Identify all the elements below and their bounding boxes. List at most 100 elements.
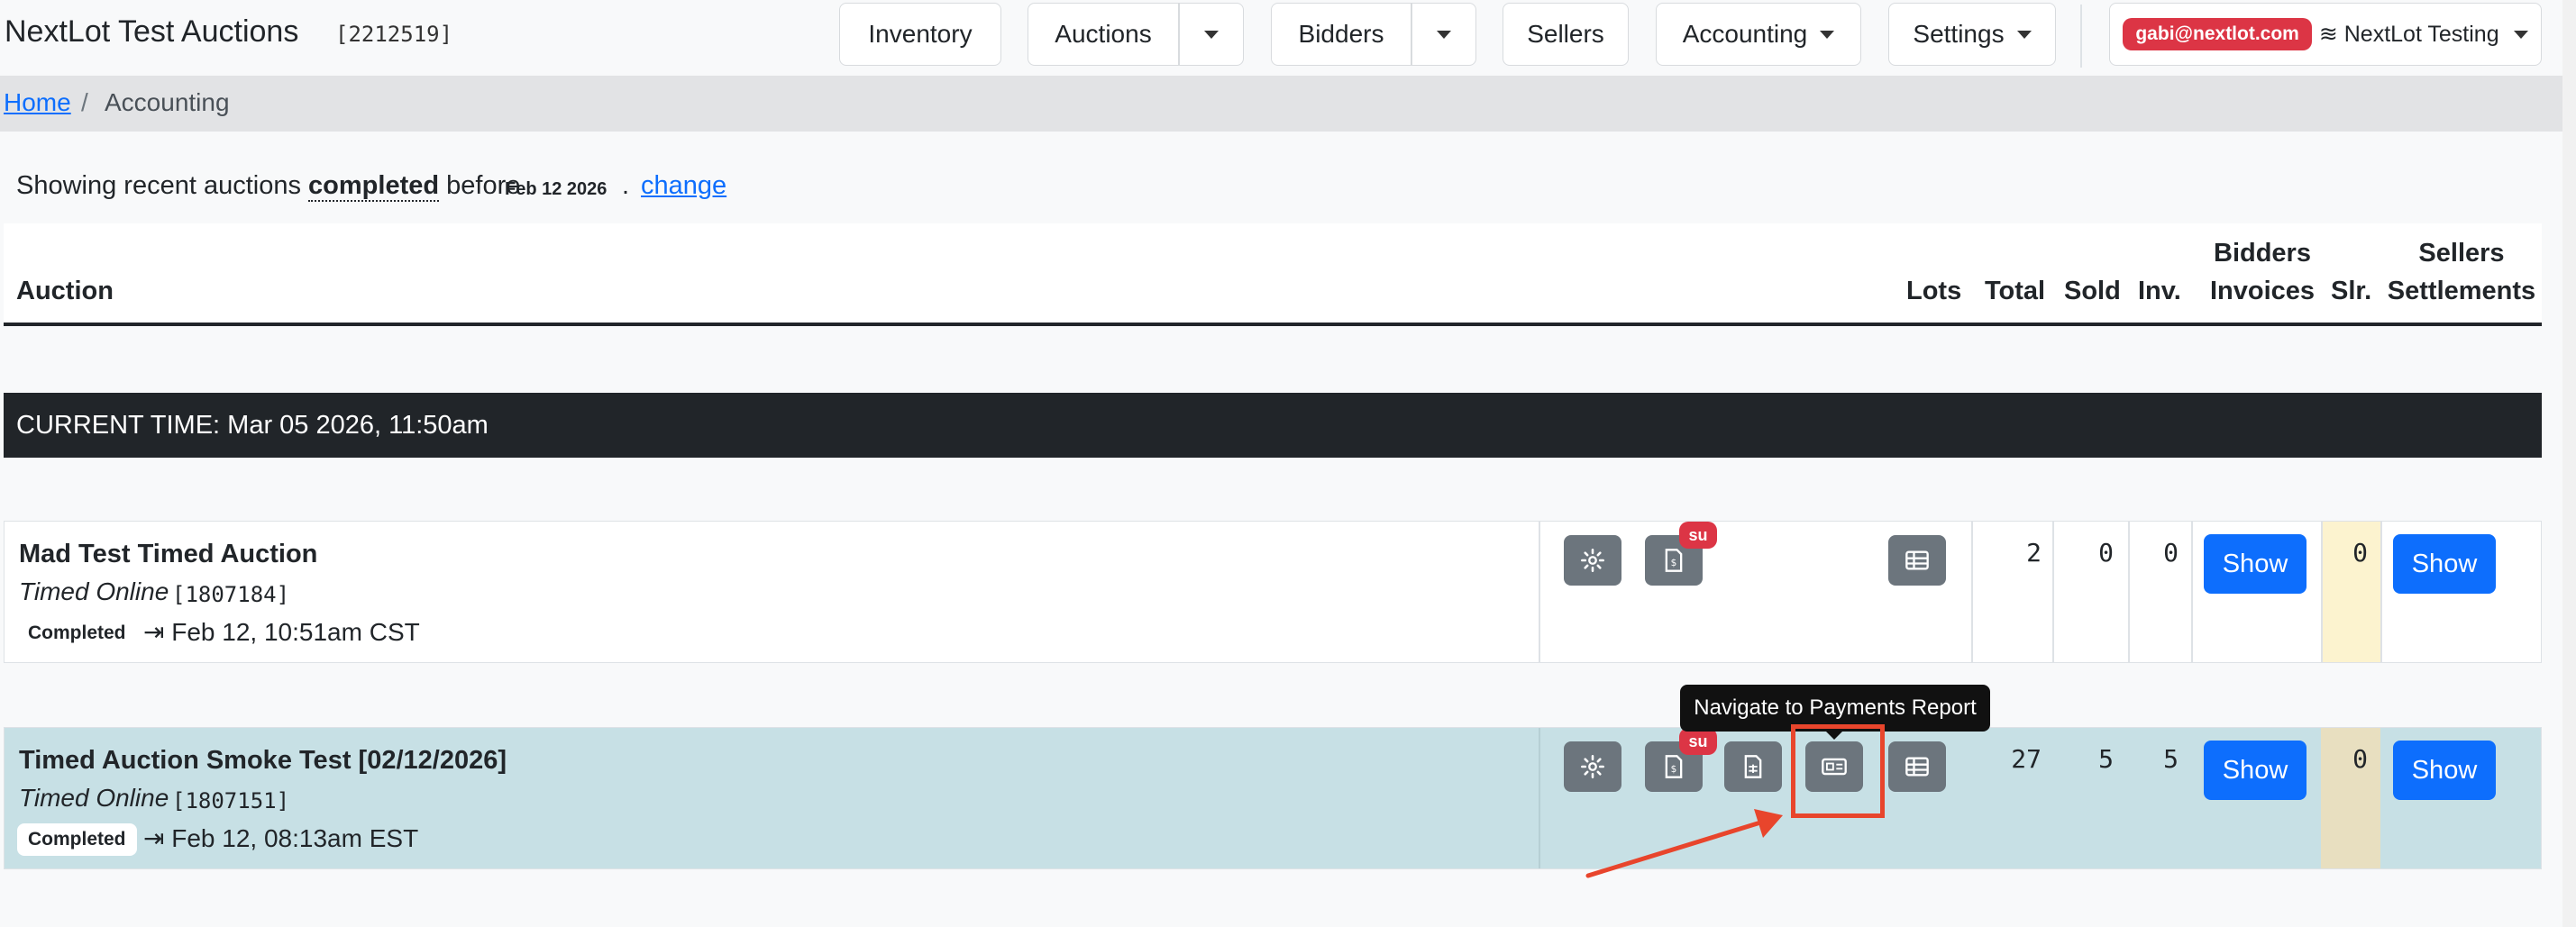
- vertical-scrollbar[interactable]: [2562, 0, 2576, 927]
- auction-settings-button[interactable]: [1564, 535, 1621, 586]
- inventory-label: Inventory: [868, 20, 973, 48]
- total-value: 2: [2026, 538, 2042, 568]
- cell-divider: [1539, 522, 1540, 662]
- chevron-down-icon: [2016, 30, 2032, 39]
- auction-end-time: ⇥ Feb 12, 08:13am EST: [143, 823, 418, 853]
- auction-end-time-text: Feb 12, 08:13am EST: [171, 824, 419, 852]
- col-lots: Lots: [1906, 277, 1962, 305]
- auction-type: Timed Online: [19, 577, 169, 605]
- sold-value: 5: [2098, 744, 2114, 774]
- auction-end-time: ⇥ Feb 12, 10:51am CST: [143, 617, 420, 647]
- bidders-split-button[interactable]: Bidders: [1271, 3, 1476, 66]
- table-icon: [1905, 757, 1929, 777]
- lots-table-button[interactable]: [1888, 535, 1946, 586]
- spreadsheet-file-icon: [1744, 755, 1762, 778]
- gear-icon: [1581, 549, 1604, 572]
- breadcrumb-separator: /: [81, 88, 88, 116]
- auction-title[interactable]: Mad Test Timed Auction: [19, 540, 317, 569]
- gear-icon: [1581, 755, 1604, 778]
- user-site-name: ≋ NextLot Testing: [2318, 22, 2499, 47]
- svg-text:$: $: [1671, 558, 1677, 568]
- auction-settings-button[interactable]: [1564, 741, 1621, 792]
- auction-type: Timed Online: [19, 784, 169, 812]
- auction-id: [1807151]: [172, 788, 290, 813]
- status-badge: Completed: [17, 823, 137, 856]
- invoice-icon: $: [1665, 755, 1683, 778]
- arrow-to-bar-icon: ⇥: [143, 824, 165, 852]
- cell-divider: [2191, 522, 2193, 662]
- site-id: [2212519]: [335, 22, 453, 47]
- table-icon: [1905, 550, 1929, 570]
- inventory-button[interactable]: Inventory: [839, 3, 1001, 66]
- cell-divider: [2128, 522, 2130, 662]
- chevron-down-icon: [2513, 30, 2528, 39]
- inv-value: 0: [2163, 538, 2179, 568]
- col-slr: Slr.: [2331, 277, 2372, 305]
- annotation-arrow: [1585, 809, 1783, 878]
- col-total: Total: [1985, 277, 2046, 305]
- col-auction: Auction: [16, 277, 114, 305]
- settings-dropdown[interactable]: Settings: [1888, 3, 2056, 66]
- auctions-dropdown-toggle[interactable]: [1178, 30, 1245, 39]
- sellers-label: Sellers: [1527, 20, 1604, 48]
- spreadsheet-report-button[interactable]: [1724, 741, 1782, 792]
- inv-value: 5: [2163, 744, 2179, 774]
- invoices-show-button[interactable]: Show: [2204, 741, 2307, 800]
- filter-date: Feb 12 2026: [505, 179, 607, 199]
- su-badge: su: [1679, 728, 1717, 755]
- accounting-dropdown[interactable]: Accounting: [1656, 3, 1861, 66]
- accounting-label: Accounting: [1682, 20, 1808, 48]
- cell-divider: [1971, 522, 1973, 662]
- sellers-button[interactable]: Sellers: [1503, 3, 1629, 66]
- col-bidders-invoices-line2: Invoices: [2209, 277, 2316, 305]
- table-row: Mad Test Timed Auction Timed Online [180…: [4, 521, 2542, 663]
- auctions-split-button[interactable]: Auctions: [1028, 3, 1244, 66]
- bidders-label: Bidders: [1298, 20, 1384, 48]
- breadcrumb: [0, 76, 2562, 132]
- auction-end-time-text: Feb 12, 10:51am CST: [171, 618, 420, 646]
- settings-label: Settings: [1913, 20, 2005, 48]
- col-inv: Inv.: [2138, 277, 2181, 305]
- su-badge: su: [1679, 522, 1717, 549]
- invoices-show-button[interactable]: Show: [2204, 534, 2307, 594]
- change-date-link[interactable]: change: [641, 171, 726, 201]
- auctions-label: Auctions: [1055, 20, 1152, 48]
- slr-value: 0: [2352, 744, 2368, 774]
- cell-divider: [1539, 728, 1540, 868]
- svg-text:$: $: [1671, 764, 1677, 775]
- filter-description: Showing recent auctions completed before: [16, 171, 520, 202]
- chevron-down-icon: [1820, 30, 1835, 39]
- brand-title[interactable]: NextLot Test Auctions: [5, 14, 298, 50]
- col-sellers-settlements-line1: Sellers: [2418, 239, 2505, 268]
- lots-table-button[interactable]: [1888, 741, 1946, 792]
- breadcrumb-current: Accounting: [105, 88, 230, 116]
- total-value: 27: [2011, 744, 2042, 774]
- filter-prefix: Showing recent auctions: [16, 171, 301, 200]
- table-row: Timed Auction Smoke Test [02/12/2026] Ti…: [4, 727, 2542, 869]
- invoice-icon: $: [1665, 549, 1683, 572]
- bidders-dropdown-toggle[interactable]: [1411, 30, 1477, 39]
- filter-keyword: completed: [308, 171, 440, 202]
- cell-divider: [2052, 522, 2054, 662]
- breadcrumb-home-link[interactable]: Home: [4, 88, 71, 117]
- auction-title[interactable]: Timed Auction Smoke Test [02/12/2026]: [19, 746, 507, 776]
- auction-id: [1807184]: [172, 582, 290, 607]
- status-badge: Completed: [17, 617, 137, 650]
- table-header: Auction Lots Total Sold Inv. Bidders Inv…: [4, 223, 2542, 326]
- settlements-show-button[interactable]: Show: [2393, 534, 2496, 594]
- chevron-down-icon: [1204, 30, 1219, 39]
- chevron-down-icon: [1437, 30, 1451, 39]
- col-sold: Sold: [2064, 277, 2121, 305]
- navbar-divider: [2080, 5, 2082, 68]
- cell-divider: [2380, 522, 2382, 662]
- col-bidders-invoices-line1: Bidders: [2214, 239, 2311, 268]
- cell-divider: [2321, 522, 2323, 662]
- col-sellers-settlements-line2: Settlements: [2387, 277, 2536, 305]
- user-menu[interactable]: gabi@nextlot.com ≋ NextLot Testing: [2109, 3, 2542, 66]
- current-time-bar: CURRENT TIME: Mar 05 2026, 11:50am: [4, 393, 2542, 458]
- sold-value: 0: [2098, 538, 2114, 568]
- filter-dot: .: [622, 171, 630, 200]
- settlements-show-button[interactable]: Show: [2393, 741, 2496, 800]
- arrow-to-bar-icon: ⇥: [143, 618, 165, 646]
- annotation-highlight-box: [1791, 724, 1885, 818]
